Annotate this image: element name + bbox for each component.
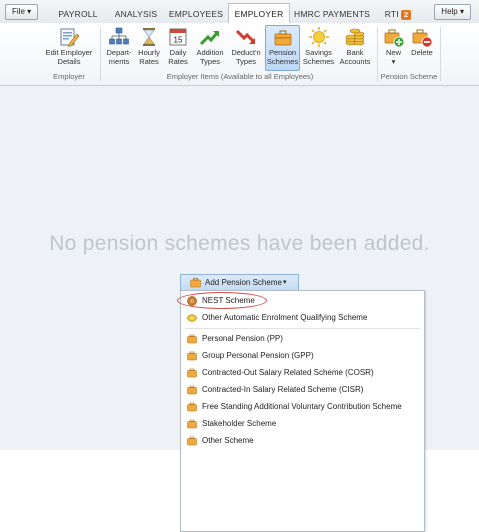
file-menu-button[interactable]: File ▾ (5, 4, 39, 20)
tab-label: HMRC PAYMENTS (294, 9, 370, 19)
edit-employer-label-line2: Details (57, 56, 81, 66)
menu-item-fsavc[interactable]: Free Standing Additional Voluntary Contr… (181, 399, 424, 415)
bank-accounts-label-line2: Accounts (339, 56, 371, 66)
rti-count-badge: 2 (400, 10, 412, 20)
tab-label: ANALYSIS (114, 9, 158, 19)
tab-payroll[interactable]: PAYROLL (49, 5, 107, 23)
folder-icon (187, 385, 197, 395)
menu-item-other-scheme[interactable]: Other Scheme (181, 433, 424, 449)
hourly-rates-button[interactable]: Hourly Rates (135, 26, 163, 66)
menu-item-personal-pension[interactable]: Personal Pension (PP) (181, 331, 424, 347)
menu-separator (185, 328, 420, 329)
tab-rti[interactable]: RTI 2 (378, 5, 418, 23)
folder-icon (187, 402, 197, 412)
menu-item-cisr[interactable]: Contracted-In Salary Related Scheme (CIS… (181, 382, 424, 398)
menu-item-other-auto-enrolment[interactable]: Other Automatic Enrolment Qualifying Sch… (181, 310, 424, 326)
daily-rates-label-line2: Rates (168, 56, 188, 66)
menu-item-label: Stakeholder Scheme (202, 419, 277, 428)
add-pension-scheme-dropdown: n NEST Scheme Other Automatic Enrolment … (180, 290, 425, 532)
new-scheme-icon (384, 29, 404, 48)
menu-item-stakeholder[interactable]: Stakeholder Scheme (181, 416, 424, 432)
menu-item-label: Other Scheme (202, 436, 254, 445)
green-arrow-up-icon (199, 31, 219, 46)
menu-item-label: Contracted-Out Salary Related Scheme (CO… (202, 368, 374, 377)
folder-icon (187, 436, 197, 446)
calendar-day-number: 15 (174, 36, 183, 45)
pension-schemes-button[interactable]: Pension Schemes (265, 25, 300, 71)
group-label-employer-items: Employer Items (Available to all Employe… (166, 72, 314, 81)
hourglass-icon (143, 28, 155, 46)
tab-employees[interactable]: EMPLOYEES (165, 5, 227, 23)
add-pension-scheme-button[interactable]: Add Pension Scheme ▾ (180, 274, 299, 291)
tab-hmrc-payments[interactable]: HMRC PAYMENTS (290, 5, 374, 23)
menu-item-label: Personal Pension (PP) (202, 334, 283, 343)
folder-icon (187, 334, 197, 344)
highlight-ring-annotation (177, 292, 267, 309)
ribbon-divider (440, 27, 441, 81)
ribbon-divider (100, 27, 101, 81)
tab-label: PAYROLL (58, 9, 98, 19)
pension-folder-icon (190, 277, 201, 288)
deduction-types-button[interactable]: Deduct'n Types (228, 26, 264, 66)
group-label-employer: Employer (53, 72, 85, 81)
empty-state-message: No pension schemes have been added. (49, 232, 430, 255)
bank-accounts-button[interactable]: Bank Accounts (337, 26, 373, 66)
coins-icon (345, 28, 365, 46)
folder-icon (187, 419, 197, 429)
ribbon-toolbar: Edit Employer Details Depart- ments Hour… (0, 23, 479, 86)
menu-item-label: Other Automatic Enrolment Qualifying Sch… (202, 313, 368, 322)
pension-schemes-label-line2: Schemes (266, 56, 299, 66)
folder-icon (187, 351, 197, 361)
tab-label: EMPLOYEES (168, 9, 224, 19)
daily-rates-button[interactable]: 15 Daily Rates (164, 26, 192, 66)
edit-employer-details-button[interactable]: Edit Employer Details (41, 26, 97, 66)
delete-pension-scheme-button[interactable]: Delete (408, 26, 436, 58)
tab-employer[interactable]: EMPLOYER (228, 3, 290, 24)
delete-label: Delete (411, 48, 433, 57)
edit-employer-icon (60, 28, 80, 47)
add-pension-scheme-label: Add Pension Scheme (205, 278, 282, 287)
new-dropdown-caret: ▾ (391, 56, 396, 66)
menu-tab-bar: File ▾ PAYROLL ANALYSIS EMPLOYEES EMPLOY… (0, 0, 479, 24)
tab-label: RTI (384, 9, 399, 19)
departments-icon (109, 27, 129, 45)
menu-item-label: Contracted-In Salary Related Scheme (CIS… (202, 385, 364, 394)
addition-types-label-line2: Types (199, 56, 220, 66)
addition-types-button[interactable]: Addition Types (193, 26, 227, 66)
auto-enrolment-icon (187, 314, 197, 322)
delete-scheme-icon (412, 29, 433, 48)
menu-item-group-personal-pension[interactable]: Group Personal Pension (GPP) (181, 348, 424, 364)
deduction-types-label-line2: Types (235, 56, 256, 66)
red-arrow-down-icon (235, 29, 255, 44)
departments-button[interactable]: Depart- ments (104, 26, 134, 66)
pension-schemes-icon (274, 30, 291, 46)
folder-icon (187, 368, 197, 378)
tab-analysis[interactable]: ANALYSIS (107, 5, 165, 23)
savings-schemes-label-line2: Schemes (302, 56, 335, 66)
tab-label: EMPLOYER (234, 9, 284, 19)
sun-icon (308, 27, 329, 47)
chevron-down-icon: ▾ (283, 279, 287, 286)
help-menu-button[interactable]: Help ▾ (434, 4, 471, 20)
menu-item-label: Free Standing Additional Voluntary Contr… (202, 402, 402, 411)
hourly-rates-label-line2: Rates (139, 56, 159, 66)
group-label-pension-scheme: Pension Scheme (380, 72, 438, 81)
departments-label-line2: ments (108, 56, 130, 66)
calendar-icon: 15 (169, 28, 187, 46)
main-content-area: No pension schemes have been added. Add … (0, 86, 479, 532)
menu-item-label: Group Personal Pension (GPP) (202, 351, 314, 360)
savings-schemes-button[interactable]: Savings Schemes (301, 26, 336, 66)
new-pension-scheme-button[interactable]: New ▾ (381, 26, 406, 66)
menu-item-cosr[interactable]: Contracted-Out Salary Related Scheme (CO… (181, 365, 424, 381)
